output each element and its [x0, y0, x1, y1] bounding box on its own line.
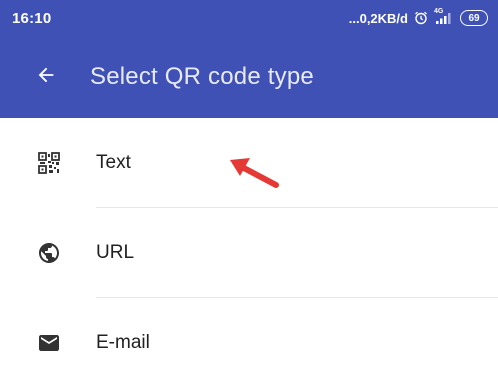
battery-icon: 69: [460, 10, 488, 26]
network-speed: ...0,2KB/d: [348, 10, 408, 26]
qr-code-icon: [37, 151, 61, 175]
list-item-url[interactable]: URL: [0, 208, 498, 298]
battery-level: 69: [468, 12, 480, 24]
app-screen: 16:10 ...0,2KB/d 4G 69 Select QR code ty…: [0, 0, 498, 386]
annotation-arrow-icon: [230, 158, 279, 188]
list-item-label: URL: [96, 242, 135, 263]
envelope-icon: [37, 331, 61, 355]
list-item-label: E-mail: [96, 332, 150, 353]
status-bar: 16:10 ...0,2KB/d 4G 69: [0, 0, 498, 36]
alarm-icon: [414, 11, 428, 25]
arrow-back-icon: [35, 64, 57, 91]
status-indicators: ...0,2KB/d 4G 69: [348, 8, 488, 26]
list-item-label: Text: [96, 152, 131, 173]
back-button[interactable]: [18, 49, 74, 105]
list-item-email[interactable]: E-mail: [0, 298, 498, 386]
status-time: 16:10: [12, 9, 52, 27]
signal-icon: 4G: [434, 8, 454, 25]
page-title: Select QR code type: [90, 63, 314, 90]
app-toolbar: Select QR code type: [0, 36, 498, 118]
network-type: 4G: [434, 8, 444, 15]
globe-icon: [37, 241, 61, 265]
